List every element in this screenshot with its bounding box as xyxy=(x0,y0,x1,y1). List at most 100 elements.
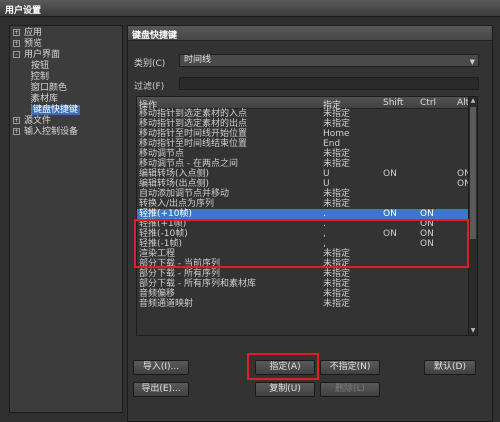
highlight-frame-nudge-rows xyxy=(134,219,469,268)
tree-item-label: 源文件 xyxy=(24,116,52,126)
tree-item[interactable]: - 用户界面 xyxy=(10,50,122,61)
category-value: 时间线 xyxy=(184,55,212,65)
cell-key: U xyxy=(323,169,330,179)
cell-key: 未指定 xyxy=(323,299,351,309)
tree-item-label: 键盘快捷键 xyxy=(31,105,81,115)
cell-key: U xyxy=(323,179,330,189)
cell-key: 未指定 xyxy=(323,189,351,199)
cell-key: 未指定 xyxy=(323,289,351,299)
category-label: 类别(C) xyxy=(134,59,166,69)
cell-key: 未指定 xyxy=(323,159,351,169)
tree-item[interactable]: 控制 xyxy=(10,72,122,83)
tree-item[interactable]: 键盘快捷键 xyxy=(10,105,122,116)
scrollbar-thumb[interactable] xyxy=(470,107,476,239)
header-shift[interactable]: Shift xyxy=(383,98,403,108)
unassign-button[interactable]: 不指定(N) xyxy=(320,360,380,375)
delete-button: 删除(L) xyxy=(320,382,380,397)
tree-item-label: 预览 xyxy=(24,39,43,49)
table-row[interactable]: 音频偏移 未指定 xyxy=(137,289,468,299)
tree-item[interactable]: + 预览 xyxy=(10,39,122,50)
collapse-icon[interactable]: - xyxy=(13,51,20,58)
cell-action: 编辑转场(入点侧) xyxy=(139,169,210,179)
table-row[interactable]: 移动指针至时间线开始位置 Home xyxy=(137,129,468,139)
expand-icon[interactable]: + xyxy=(13,117,20,124)
filter-input[interactable] xyxy=(179,77,479,90)
tree-item[interactable]: 按钮 xyxy=(10,61,122,72)
table-row[interactable]: 移动调节点 - 在两点之间 未指定 xyxy=(137,159,468,169)
chevron-down-icon: ▼ xyxy=(469,58,475,66)
settings-tree[interactable]: + 应用 + 预览 - 用户界面 按钮 控制 窗口颜色 素材库 键盘快捷键 + 源文件 + 输入控制设备 xyxy=(9,25,123,413)
cell-action: 移动指针至时间线开始位置 xyxy=(139,129,248,139)
cell-action: 转换入/出点为序列 xyxy=(139,199,215,209)
tree-item-label: 应用 xyxy=(24,28,43,38)
default-button[interactable]: 默认(D) xyxy=(424,360,476,375)
table-row[interactable]: 编辑转场(出点侧) U ON xyxy=(137,179,468,189)
header-alt[interactable]: Alt xyxy=(457,98,468,108)
tree-item-label: 按钮 xyxy=(31,61,50,71)
tree-item[interactable]: 窗口颜色 xyxy=(10,83,122,94)
table-row[interactable]: 转换入/出点为序列 未指定 xyxy=(137,199,468,209)
cell-key: 未指定 xyxy=(323,199,351,209)
duplicate-button[interactable]: 复制(U) xyxy=(255,382,315,397)
table-header: 操作 指定 Shift Ctrl Alt xyxy=(137,97,468,111)
table-row[interactable]: 音频通道映射 未指定 xyxy=(137,299,468,309)
window-title: 用户设置 xyxy=(0,0,500,17)
cell-action: 移动指针到选定素材的出点 xyxy=(139,119,248,129)
cell-action: 音频通道映射 xyxy=(139,299,194,309)
tree-guide-line xyxy=(31,71,32,129)
cell-key: Home xyxy=(323,129,350,139)
table-body: 移动指针到选定素材的入点 未指定 移动指针到选定素材的出点 未指定 移动指针至时间线开始… xyxy=(137,109,468,309)
cell-key: 未指定 xyxy=(323,279,351,289)
table-row[interactable]: 部分下载 - 所有序列和素材库 未指定 xyxy=(137,279,468,289)
tree-item[interactable]: + 输入控制设备 xyxy=(10,127,122,138)
cell-key: 未指定 xyxy=(323,269,351,279)
table-scrollbar[interactable]: ▲ ▼ xyxy=(469,96,478,336)
header-ctrl[interactable]: Ctrl xyxy=(420,98,436,108)
filter-label: 过滤(F) xyxy=(134,82,165,92)
cell-alt: ON xyxy=(457,169,468,179)
cell-shift: ON xyxy=(383,209,397,219)
import-button[interactable]: 导入(I)... xyxy=(133,360,189,375)
expand-icon[interactable]: + xyxy=(13,40,20,47)
tree-item[interactable]: + 应用 xyxy=(10,28,122,39)
shortcut-table[interactable]: 操作 指定 Shift Ctrl Alt 移动指针到选定素材的入点 未指定 移动指针… xyxy=(136,96,469,336)
cell-action: 移动指针至时间线结束位置 xyxy=(139,139,248,149)
cell-action: 自动添加调节点并移动 xyxy=(139,189,230,199)
tree-item-label: 控制 xyxy=(31,72,50,82)
keyboard-shortcut-panel: 键盘快捷键 类别(C) 时间线 ▼ 过滤(F) 操作 指定 Shift Ctrl… xyxy=(127,25,493,422)
export-button[interactable]: 导出(E)... xyxy=(133,382,189,397)
scroll-up-icon[interactable]: ▲ xyxy=(469,97,477,105)
cell-alt: ON xyxy=(457,179,468,189)
table-row[interactable]: 编辑转场(入点侧) U ON ON xyxy=(137,169,468,179)
expand-icon[interactable]: + xyxy=(13,29,20,36)
table-row[interactable]: 自动添加调节点并移动 未指定 xyxy=(137,189,468,199)
table-row[interactable]: 移动调节点 未指定 xyxy=(137,149,468,159)
table-row[interactable]: 移动指针至时间线结束位置 End xyxy=(137,139,468,149)
cell-action: 移动指针到选定素材的入点 xyxy=(139,109,248,119)
highlight-frame-assign xyxy=(247,353,319,380)
table-row[interactable]: 轻推(+10帧). ON ON xyxy=(137,209,468,219)
panel-title: 键盘快捷键 xyxy=(128,26,492,41)
tree-item-label: 用户界面 xyxy=(24,50,61,60)
cell-action: 轻推(+10帧) xyxy=(139,209,193,219)
table-row[interactable]: 移动指针到选定素材的出点 未指定 xyxy=(137,119,468,129)
tree-item-label: 素材库 xyxy=(31,94,59,104)
table-row[interactable]: 部分下载 - 所有序列 未指定 xyxy=(137,269,468,279)
expand-icon[interactable]: + xyxy=(13,128,20,135)
tree-item[interactable]: 素材库 xyxy=(10,94,122,105)
cell-key: 未指定 xyxy=(323,119,351,129)
table-row[interactable]: 移动指针到选定素材的入点 未指定 xyxy=(137,109,468,119)
category-select[interactable]: 时间线 ▼ xyxy=(179,54,479,67)
tree-item[interactable]: + 源文件 xyxy=(10,116,122,127)
cell-shift: ON xyxy=(383,169,397,179)
cell-ctrl: ON xyxy=(420,209,434,219)
scroll-down-icon[interactable]: ▼ xyxy=(469,327,477,335)
tree-item-label: 窗口颜色 xyxy=(31,83,68,93)
cell-action: 部分下载 - 所有序列 xyxy=(139,269,220,279)
cell-action: 音频偏移 xyxy=(139,289,176,299)
cell-key: 未指定 xyxy=(323,109,351,119)
cell-key: . xyxy=(323,209,326,219)
cell-key: End xyxy=(323,139,341,149)
cell-action: 移动调节点 - 在两点之间 xyxy=(139,159,238,169)
tree-item-label: 输入控制设备 xyxy=(24,127,79,137)
